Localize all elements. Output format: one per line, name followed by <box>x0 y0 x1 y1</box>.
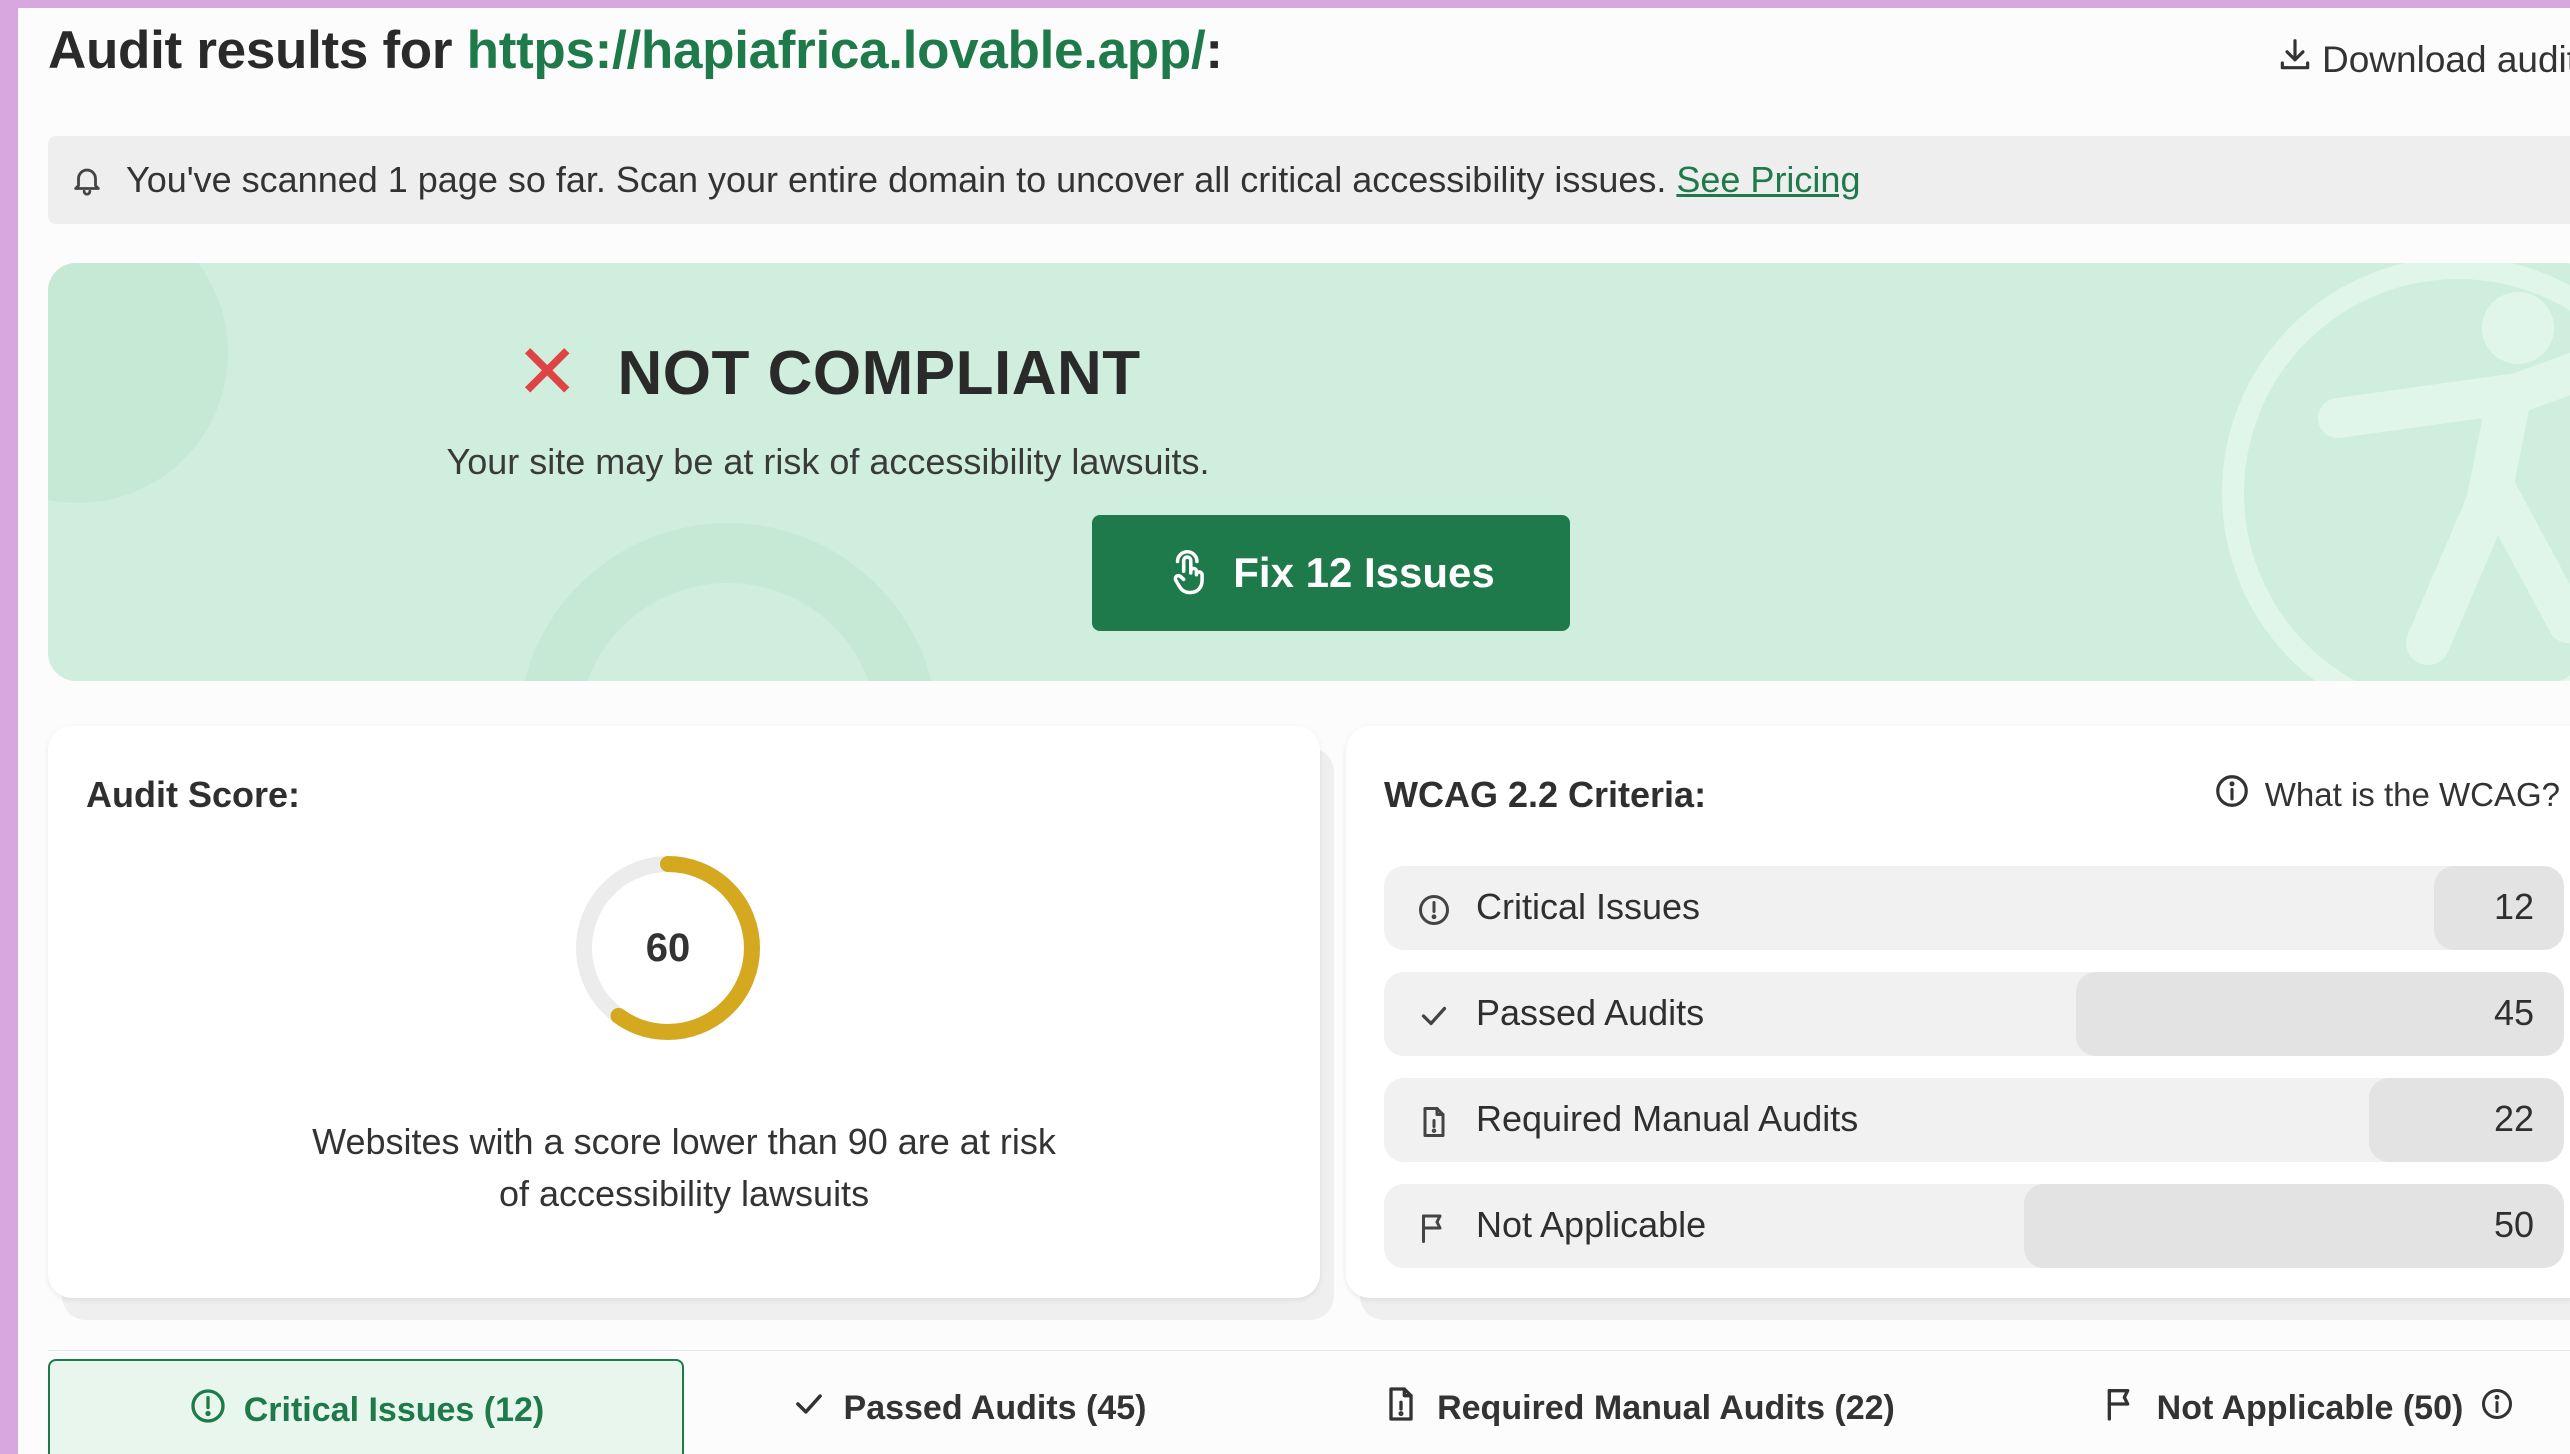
compliance-banner: ✕ NOT COMPLIANT Your site may be at risk… <box>48 263 2570 681</box>
title-suffix: : <box>1205 21 1223 80</box>
score-description-line2: of accessibility lawsuits <box>498 1173 870 1214</box>
score-value: 60 <box>645 925 691 970</box>
flag-icon <box>2101 1384 2141 1433</box>
tab-passed-audits[interactable]: Passed Audits (45) <box>688 1359 1248 1454</box>
score-description: Websites with a score lower than 90 are … <box>48 1116 1320 1220</box>
tab-critical-issues[interactable]: Critical Issues (12) <box>48 1359 684 1454</box>
check-icon <box>1416 998 1452 1034</box>
fix-issues-button[interactable]: Fix 12 Issues <box>1092 515 1570 631</box>
status-label: NOT COMPLIANT <box>617 338 1141 408</box>
download-icon <box>2276 36 2314 83</box>
criteria-label: Critical Issues <box>1476 886 1701 927</box>
fix-button-label: Fix 12 Issues <box>1233 549 1495 596</box>
criteria-row-not-applicable[interactable]: Not Applicable 50 <box>1384 1184 2564 1268</box>
criteria-row-manual[interactable]: Required Manual Audits 22 <box>1384 1078 2564 1162</box>
tab-required-manual-audits[interactable]: Required Manual Audits (22) <box>1348 1359 1928 1454</box>
criteria-row-passed[interactable]: Passed Audits 45 <box>1384 972 2564 1056</box>
title-prefix: Audit results for <box>48 21 467 80</box>
criteria-count: 12 <box>2493 886 2534 927</box>
criteria-label: Required Manual Audits <box>1476 1098 1859 1139</box>
criteria-label: Passed Audits <box>1476 992 1705 1033</box>
risk-subtitle: Your site may be at risk of accessibilit… <box>446 441 1210 482</box>
scan-notice: You've scanned 1 page so far. Scan your … <box>48 136 2570 224</box>
flag-icon <box>1416 1210 1452 1246</box>
tab-label: Critical Issues (12) <box>243 1390 545 1429</box>
document-icon <box>1416 1104 1452 1140</box>
criteria-bar-fill <box>2369 1078 2564 1162</box>
alert-circle-icon <box>188 1386 228 1435</box>
audited-url[interactable]: https://hapiafrica.lovable.app/ <box>467 21 1206 80</box>
tap-hand-icon <box>1167 550 1211 596</box>
what-is-wcag-link[interactable]: What is the WCAG? <box>2213 772 2560 818</box>
criteria-bar-fill <box>2076 972 2564 1056</box>
criteria-count: 50 <box>2493 1204 2534 1245</box>
see-pricing-link[interactable]: See Pricing <box>1676 159 1860 201</box>
page-title: Audit results for https://hapiafrica.lov… <box>48 20 1223 81</box>
wcag-criteria-card: WCAG 2.2 Criteria: What is the WCAG? Cri… <box>1346 726 2570 1298</box>
results-tabs: Critical Issues (12) Passed Audits (45) … <box>48 1350 2570 1454</box>
download-label: Download audit <box>2322 38 2570 80</box>
info-icon <box>2213 772 2251 818</box>
close-x-icon: ✕ <box>515 330 580 415</box>
accessibility-person-icon <box>2222 263 2570 681</box>
audit-score-title: Audit Score: <box>86 774 301 815</box>
document-icon <box>1381 1384 1421 1433</box>
audit-score-card: Audit Score: 60 Websites with a score lo… <box>48 726 1320 1298</box>
bell-icon <box>70 163 104 197</box>
info-icon[interactable] <box>2479 1386 2515 1431</box>
tab-label: Required Manual Audits (22) <box>1437 1388 1895 1427</box>
tab-not-applicable[interactable]: Not Applicable (50) <box>2028 1359 2570 1454</box>
what-is-wcag-label: What is the WCAG? <box>2264 776 2560 813</box>
compliance-status: ✕ NOT COMPLIANT <box>48 335 1608 411</box>
wcag-title: WCAG 2.2 Criteria: <box>1384 774 1707 815</box>
criteria-label: Not Applicable <box>1476 1204 1707 1245</box>
tab-label: Not Applicable (50) <box>2156 1388 2464 1427</box>
criteria-count: 45 <box>2493 992 2534 1033</box>
criteria-count: 22 <box>2493 1098 2534 1139</box>
criteria-bar-fill <box>2024 1184 2564 1268</box>
check-icon <box>790 1385 828 1432</box>
alert-circle-icon <box>1416 892 1452 928</box>
tab-label: Passed Audits (45) <box>843 1388 1147 1427</box>
notice-text: You've scanned 1 page so far. Scan your … <box>126 159 1667 200</box>
criteria-row-critical[interactable]: Critical Issues 12 <box>1384 866 2564 950</box>
audit-page: Audit results for https://hapiafrica.lov… <box>18 8 2570 1454</box>
download-audit-button[interactable]: Download audit <box>2276 36 2570 83</box>
score-description-line1: Websites with a score lower than 90 are … <box>312 1121 1056 1162</box>
